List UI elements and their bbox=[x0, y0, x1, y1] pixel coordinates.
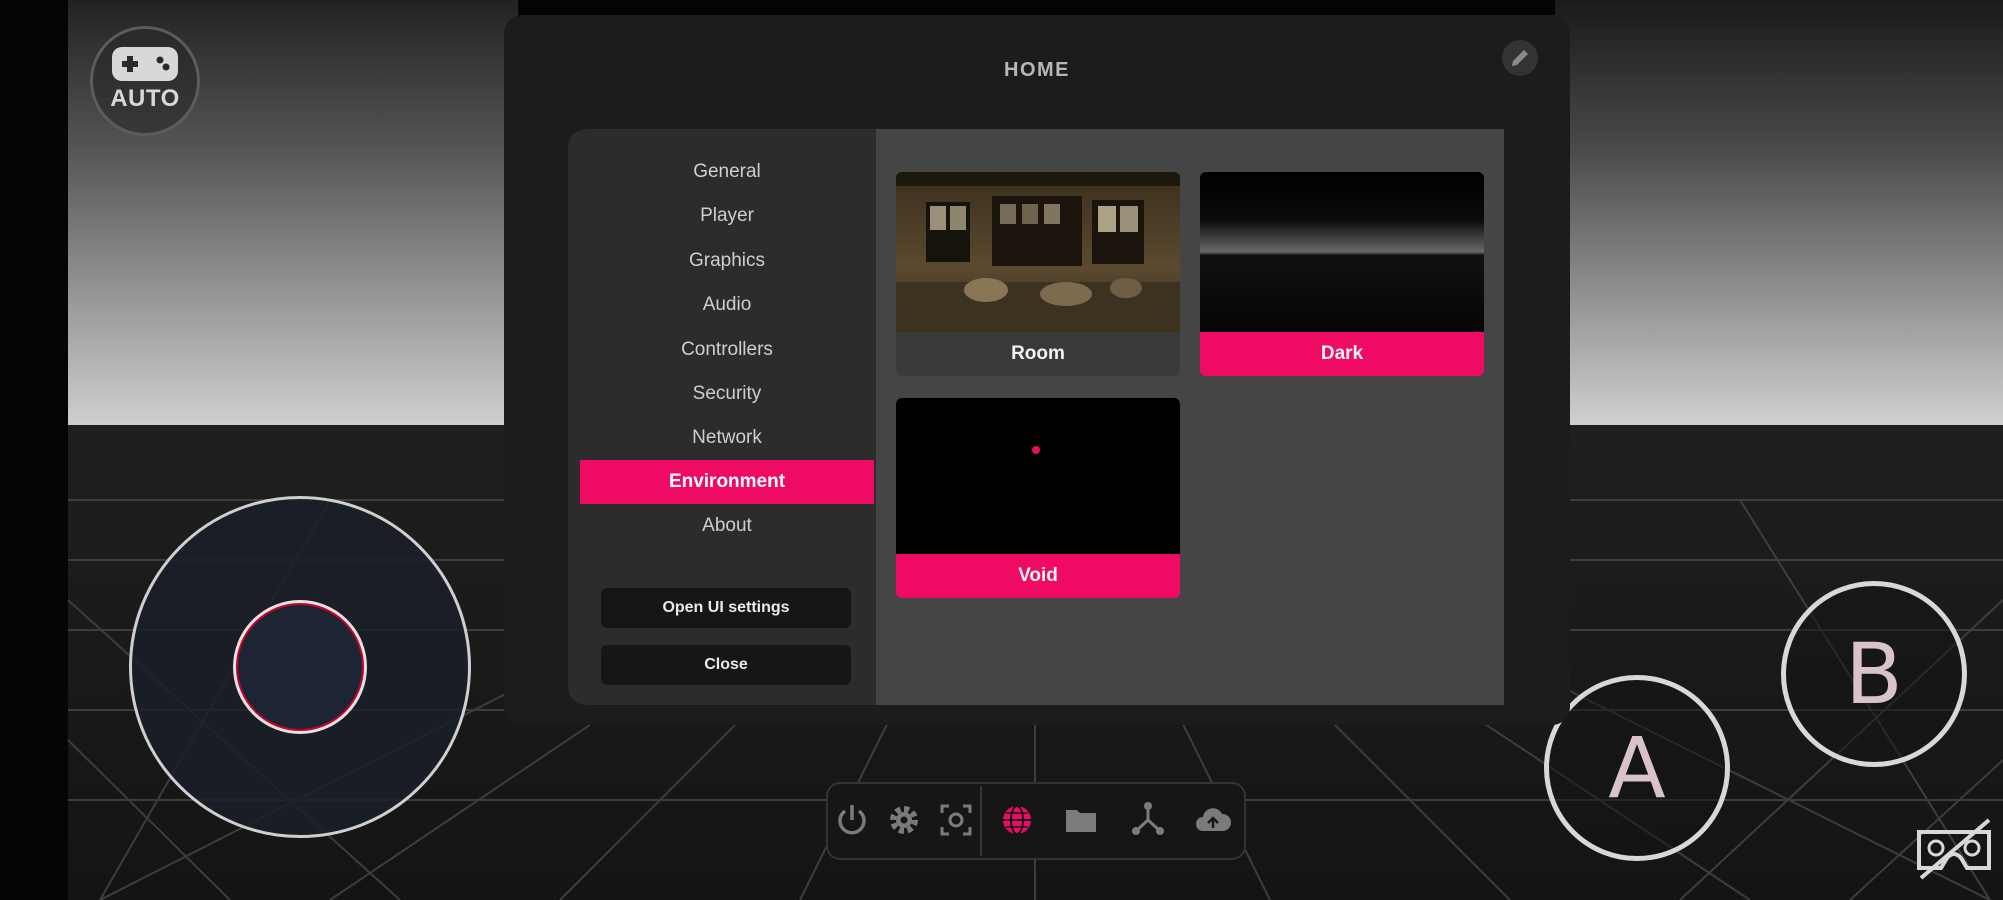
panel-title: HOME bbox=[1004, 59, 1070, 81]
share-icon[interactable] bbox=[1128, 800, 1168, 840]
a-button[interactable]: A bbox=[1544, 675, 1730, 861]
tile-label: Dark bbox=[1200, 332, 1484, 376]
environment-tile-dark[interactable]: Dark bbox=[1200, 172, 1484, 376]
tile-label: Void bbox=[896, 554, 1180, 598]
environment-tile-void[interactable]: Void bbox=[896, 398, 1180, 598]
tile-label: Room bbox=[1011, 343, 1065, 364]
sidebar-item-network[interactable]: Network bbox=[580, 416, 874, 460]
globe-icon[interactable] bbox=[997, 800, 1037, 840]
folder-icon[interactable] bbox=[1061, 800, 1101, 840]
recenter-icon[interactable] bbox=[936, 800, 976, 840]
sidebar-item-security[interactable]: Security bbox=[580, 372, 874, 416]
sidebar-item-graphics[interactable]: Graphics bbox=[580, 239, 874, 283]
gamepad-icon bbox=[112, 47, 178, 81]
pencil-icon bbox=[1512, 50, 1528, 66]
environment-tile-room[interactable]: Room bbox=[896, 172, 1180, 376]
sidebar-item-controllers[interactable]: Controllers bbox=[580, 328, 874, 372]
auto-label: AUTO bbox=[110, 85, 180, 112]
sidebar-item-audio[interactable]: Audio bbox=[580, 283, 874, 327]
settings-sidebar: General Player Graphics Audio Controller… bbox=[580, 129, 874, 705]
joystick-thumb[interactable] bbox=[233, 600, 367, 734]
sidebar-item-general[interactable]: General bbox=[580, 150, 874, 194]
open-ui-settings-button[interactable]: Open UI settings bbox=[601, 588, 851, 628]
b-button-label: B bbox=[1845, 625, 1903, 723]
a-button-label: A bbox=[1608, 719, 1666, 817]
edit-button[interactable] bbox=[1502, 40, 1538, 76]
close-button[interactable]: Close bbox=[601, 645, 851, 685]
b-button[interactable]: B bbox=[1781, 581, 1967, 767]
auto-controller-button[interactable]: AUTO bbox=[90, 26, 200, 136]
sidebar-item-environment[interactable]: Environment bbox=[580, 460, 874, 504]
sidebar-item-player[interactable]: Player bbox=[580, 194, 874, 238]
toolbar-divider bbox=[980, 786, 982, 856]
cloud-upload-icon[interactable] bbox=[1193, 800, 1233, 840]
power-icon[interactable] bbox=[832, 800, 872, 840]
gear-icon[interactable] bbox=[884, 800, 924, 840]
room-thumbnail bbox=[896, 172, 1180, 332]
void-thumbnail bbox=[896, 398, 1180, 554]
dark-thumbnail bbox=[1200, 172, 1484, 332]
cardboard-vr-off-icon[interactable] bbox=[1915, 818, 1993, 880]
sidebar-item-about[interactable]: About bbox=[580, 504, 874, 548]
